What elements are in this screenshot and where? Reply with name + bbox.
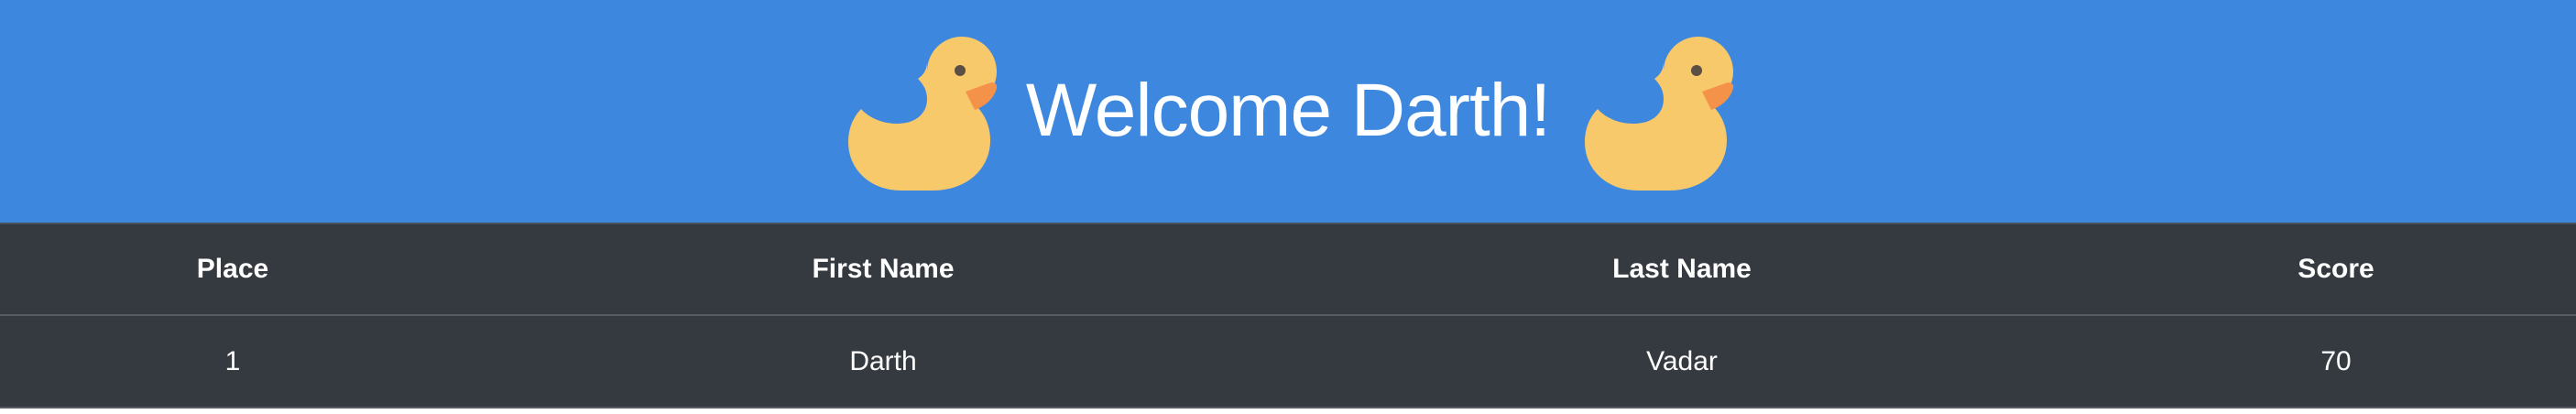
leaderboard-page: Welcome Darth! Place First Name Last Nam… [0,0,2576,414]
table-row: 1 Darth Vadar 70 [0,316,2576,409]
column-header-last-name: Last Name [1612,254,1752,284]
score-cell: 70 [2320,345,2352,376]
last-name-cell: Vadar [1646,345,1718,376]
column-header-first-name: First Name [812,254,955,284]
rubber-duck-icon [1577,36,1735,191]
page-title: Welcome Darth! [1025,68,1551,152]
table-header-row: Place First Name Last Name Score [0,224,2576,316]
rubber-duck-icon [841,36,999,191]
column-header-place: Place [196,254,269,284]
first-name-cell: Darth [849,345,917,376]
place-cell: 1 [224,345,241,376]
welcome-banner: Welcome Darth! [0,0,2576,223]
leaderboard-table: Place First Name Last Name Score 1 Darth… [0,223,2576,409]
table-row-columns: 1 Darth Vadar 70 [0,316,2576,407]
column-header-score: Score [2298,254,2374,284]
table-header-columns: Place First Name Last Name Score [0,224,2576,314]
